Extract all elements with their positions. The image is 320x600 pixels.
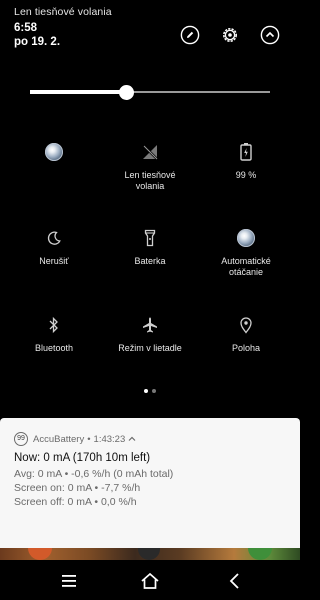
no-signal-icon — [138, 140, 162, 164]
tile-label: Automatické otáčanie — [221, 256, 271, 277]
collapse-button[interactable] — [260, 25, 280, 45]
app-icon-phone — [248, 548, 272, 560]
location-pin-icon — [234, 313, 258, 337]
tile-label: Režim v lietadle — [118, 343, 182, 353]
tile-do-not-disturb[interactable]: Nerušiť — [4, 226, 104, 267]
pencil-icon — [180, 25, 200, 45]
settings-button[interactable] — [220, 25, 240, 45]
date: po 19. 2. — [14, 36, 61, 48]
brightness-slider-thumb[interactable] — [118, 84, 134, 100]
menu-button[interactable] — [57, 570, 81, 592]
page-dot — [152, 389, 156, 393]
tile-bluetooth[interactable]: Bluetooth — [4, 313, 104, 354]
tile-battery[interactable]: 99 % — [196, 140, 296, 181]
tile-flashlight[interactable]: Baterka — [100, 226, 200, 267]
expand-chevron-icon[interactable] — [128, 434, 136, 444]
app-icon-firefox — [28, 548, 52, 560]
menu-icon — [62, 575, 76, 587]
clock: 6:58 — [14, 22, 38, 34]
tile-wifi[interactable] — [4, 140, 104, 170]
tile-auto-rotate[interactable]: Automatické otáčanie — [196, 226, 296, 278]
notification-header: 99 AccuBattery • 1:43:23 — [14, 432, 136, 446]
app-icon-folder — [138, 548, 160, 560]
tile-airplane-mode[interactable]: Režim v lietadle — [100, 313, 200, 354]
home-icon — [141, 572, 159, 589]
page-indicator — [0, 389, 300, 393]
notification-time: 1:43:23 — [93, 433, 126, 445]
tile-cellular[interactable]: Len tiesňové volania — [100, 140, 200, 192]
moon-icon — [42, 226, 66, 250]
tile-label: Bluetooth — [34, 343, 74, 353]
status-carrier-text: Len tiesňové volania — [14, 6, 112, 18]
notification-now-line: Now: 0 mA (170h 10m left) — [14, 452, 151, 464]
bluetooth-icon — [42, 313, 66, 337]
notification-screen-on-line: Screen on: 0 mA • -7,7 %/h — [14, 482, 141, 494]
page-dot-active — [144, 389, 148, 393]
chevron-up-icon — [260, 25, 280, 45]
separator: • — [87, 433, 91, 445]
tile-label: 99 % — [235, 170, 257, 180]
back-button[interactable] — [222, 570, 246, 592]
tile-location[interactable]: Poloha — [196, 313, 296, 354]
home-button[interactable] — [138, 570, 162, 592]
flashlight-icon — [138, 226, 162, 250]
back-arrow-icon — [229, 573, 239, 589]
tile-label: Len tiesňové volania — [124, 170, 176, 191]
gear-icon — [223, 28, 237, 42]
rotate-ball-icon — [234, 226, 258, 250]
tile-label: Nerušiť — [39, 256, 69, 266]
notification-app-name: AccuBattery — [33, 433, 85, 445]
battery-icon — [234, 140, 258, 164]
notification-avg-line: Avg: 0 mA • -0,6 %/h (0 mAh total) — [14, 468, 174, 480]
notification-screen-off-line: Screen off: 0 mA • 0,0 %/h — [14, 496, 137, 508]
tile-label: Baterka — [134, 256, 166, 266]
app-badge-icon: 99 — [14, 432, 28, 446]
home-wallpaper-strip — [0, 548, 300, 560]
airplane-icon — [138, 313, 162, 337]
edit-button[interactable] — [180, 25, 200, 45]
tile-label: Poloha — [231, 343, 261, 353]
accubattery-notification[interactable]: 99 AccuBattery • 1:43:23 Now: 0 mA (170h… — [0, 418, 300, 549]
wifi-ball-icon — [42, 140, 66, 164]
brightness-fill — [30, 90, 126, 94]
